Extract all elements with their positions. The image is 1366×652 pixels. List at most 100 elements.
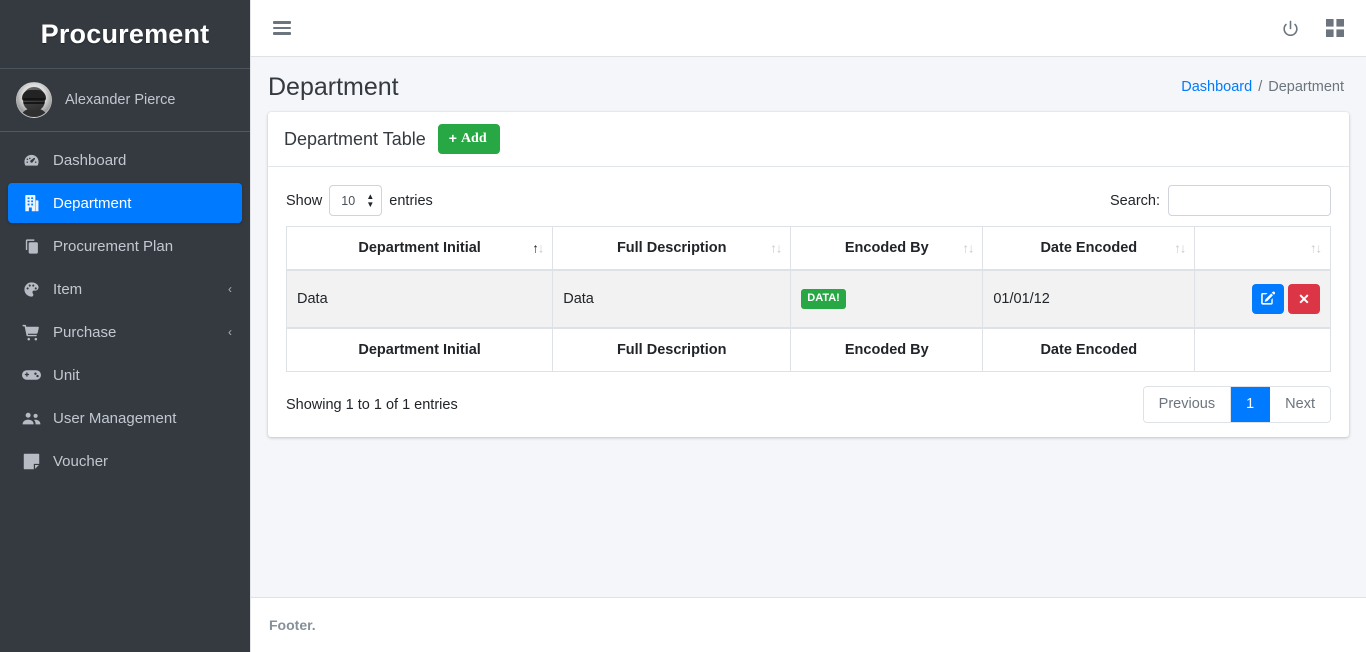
table-footer-row: Department Initial Full Description Enco…	[285, 327, 1331, 373]
footer-text: Footer.	[269, 617, 316, 633]
length-control: Show 10 ▲ ▼ entries	[286, 185, 433, 217]
building-icon	[20, 194, 42, 212]
cell-encoded-by: DATA!	[790, 269, 984, 329]
sidebar-item-item[interactable]: Item ‹	[8, 269, 242, 309]
page-title: Department	[268, 73, 399, 101]
sidebar-item-label: Voucher	[53, 452, 109, 470]
column-label: Department Initial	[358, 240, 481, 257]
add-button-label: Add	[460, 131, 487, 146]
add-button[interactable]: + Add	[437, 124, 500, 155]
sidebar-item-label: Item	[53, 280, 83, 298]
datatable-footer: Showing 1 to 1 of 1 entries Previous 1 N…	[286, 372, 1331, 424]
card-header: Department Table + Add	[268, 112, 1349, 168]
breadcrumb-current: Department	[1268, 79, 1344, 95]
chevron-left-icon: ‹	[228, 282, 232, 296]
chevron-left-icon: ‹	[228, 325, 232, 339]
department-table-card: Department Table + Add Show 10 ▲ ▼ entri…	[268, 112, 1349, 438]
pencil-square-icon	[1261, 291, 1275, 308]
footer-actions	[1194, 327, 1331, 373]
row-actions: ✕	[1205, 284, 1320, 315]
entries-select-wrapper: 10 ▲ ▼	[329, 185, 383, 217]
datatable-controls: Show 10 ▲ ▼ entries Search:	[286, 179, 1331, 226]
entries-label: entries	[389, 192, 433, 209]
dashboard-icon	[20, 152, 42, 169]
table-body: Data Data DATA! 01/01/12 ✕	[285, 269, 1331, 329]
sidebar-item-label: Procurement Plan	[53, 237, 174, 255]
sort-icon: ↑↓	[1310, 240, 1322, 256]
breadcrumb-separator: /	[1258, 79, 1263, 95]
plus-icon: +	[448, 130, 457, 146]
sidebar-item-voucher[interactable]: Voucher	[8, 441, 242, 481]
table-header-row: Department Initial ↑↓ Full Description ↑…	[285, 226, 1331, 272]
close-x-icon: ✕	[1298, 290, 1310, 307]
card-body: Show 10 ▲ ▼ entries Search: Department I…	[268, 167, 1349, 437]
page-footer: Footer.	[251, 597, 1366, 652]
content-area: Department Table + Add Show 10 ▲ ▼ entri…	[251, 112, 1366, 597]
column-label: Date Encoded	[1040, 240, 1138, 257]
pagination: Previous 1 Next	[1142, 386, 1331, 424]
sidebar-user-panel[interactable]: Alexander Pierce	[0, 69, 250, 132]
column-label: Full Description	[616, 240, 727, 257]
main-area: Department Dashboard / Department Depart…	[250, 0, 1366, 652]
table-head: Department Initial ↑↓ Full Description ↑…	[285, 226, 1331, 272]
column-label: Encoded By	[844, 240, 929, 257]
column-header-date-encoded[interactable]: Date Encoded ↑↓	[982, 226, 1196, 272]
pagination-previous[interactable]: Previous	[1143, 387, 1232, 423]
sort-icon: ↑↓	[1174, 240, 1186, 256]
hamburger-icon[interactable]	[273, 18, 291, 38]
show-label: Show	[286, 192, 323, 209]
sidebar-item-department[interactable]: Department	[8, 183, 242, 223]
sidebar-item-unit[interactable]: Unit	[8, 355, 242, 395]
search-control: Search:	[1110, 185, 1331, 217]
users-icon	[20, 411, 42, 426]
status-badge: DATA!	[801, 289, 846, 310]
sidebar-item-procurement-plan[interactable]: Procurement Plan	[8, 226, 242, 266]
search-input[interactable]	[1168, 185, 1331, 217]
table-info: Showing 1 to 1 of 1 entries	[286, 396, 458, 413]
column-header-full-description[interactable]: Full Description ↑↓	[552, 226, 792, 272]
delete-button[interactable]: ✕	[1288, 284, 1320, 315]
content-header: Department Dashboard / Department	[251, 57, 1366, 112]
sidebar-item-dashboard[interactable]: Dashboard	[8, 140, 242, 180]
sidebar: Procurement Alexander Pierce Dashboard D…	[0, 0, 250, 652]
card-title: Department Table	[284, 128, 426, 149]
sidebar-item-label: Purchase	[53, 323, 117, 341]
cell-full-description: Data	[552, 269, 792, 329]
sidebar-item-label: Department	[53, 194, 132, 212]
sidebar-item-purchase[interactable]: Purchase ‹	[8, 312, 242, 352]
pagination-page-1[interactable]: 1	[1231, 387, 1271, 423]
column-header-actions[interactable]: ↑↓	[1194, 226, 1331, 272]
topbar-actions	[1281, 19, 1344, 38]
entries-select[interactable]: 10	[329, 185, 383, 217]
gamepad-icon	[20, 368, 42, 382]
table-foot: Department Initial Full Description Enco…	[285, 327, 1331, 373]
column-header-encoded-by[interactable]: Encoded By ↑↓	[790, 226, 984, 272]
sidebar-item-label: Unit	[53, 366, 80, 384]
footer-date-encoded: Date Encoded	[982, 327, 1196, 373]
breadcrumb: Dashboard / Department	[1181, 79, 1344, 95]
column-header-department-initial[interactable]: Department Initial ↑↓	[285, 226, 554, 272]
sort-icon: ↑↓	[770, 240, 782, 256]
edit-button[interactable]	[1252, 284, 1284, 315]
copy-documents-icon	[20, 238, 42, 255]
footer-full-description: Full Description	[552, 327, 792, 373]
palette-icon	[20, 281, 42, 298]
table-row: Data Data DATA! 01/01/12 ✕	[285, 269, 1331, 329]
avatar	[16, 82, 52, 118]
footer-encoded-by: Encoded By	[790, 327, 984, 373]
sidebar-item-user-management[interactable]: User Management	[8, 398, 242, 438]
pagination-next[interactable]: Next	[1270, 387, 1330, 423]
sidebar-item-label: Dashboard	[53, 151, 127, 169]
cell-date-encoded: 01/01/12	[982, 269, 1196, 329]
user-name: Alexander Pierce	[65, 92, 176, 108]
sort-icon: ↑↓	[532, 240, 544, 256]
app-root: Procurement Alexander Pierce Dashboard D…	[0, 0, 1366, 652]
breadcrumb-dashboard-link[interactable]: Dashboard	[1181, 79, 1252, 95]
footer-department-initial: Department Initial	[285, 327, 554, 373]
shopping-cart-icon	[20, 324, 42, 341]
power-off-icon[interactable]	[1281, 19, 1300, 38]
cell-actions: ✕	[1194, 269, 1331, 329]
grid-apps-icon[interactable]	[1326, 19, 1344, 37]
department-table: Department Initial ↑↓ Full Description ↑…	[285, 226, 1331, 373]
brand-logo[interactable]: Procurement	[0, 0, 250, 69]
